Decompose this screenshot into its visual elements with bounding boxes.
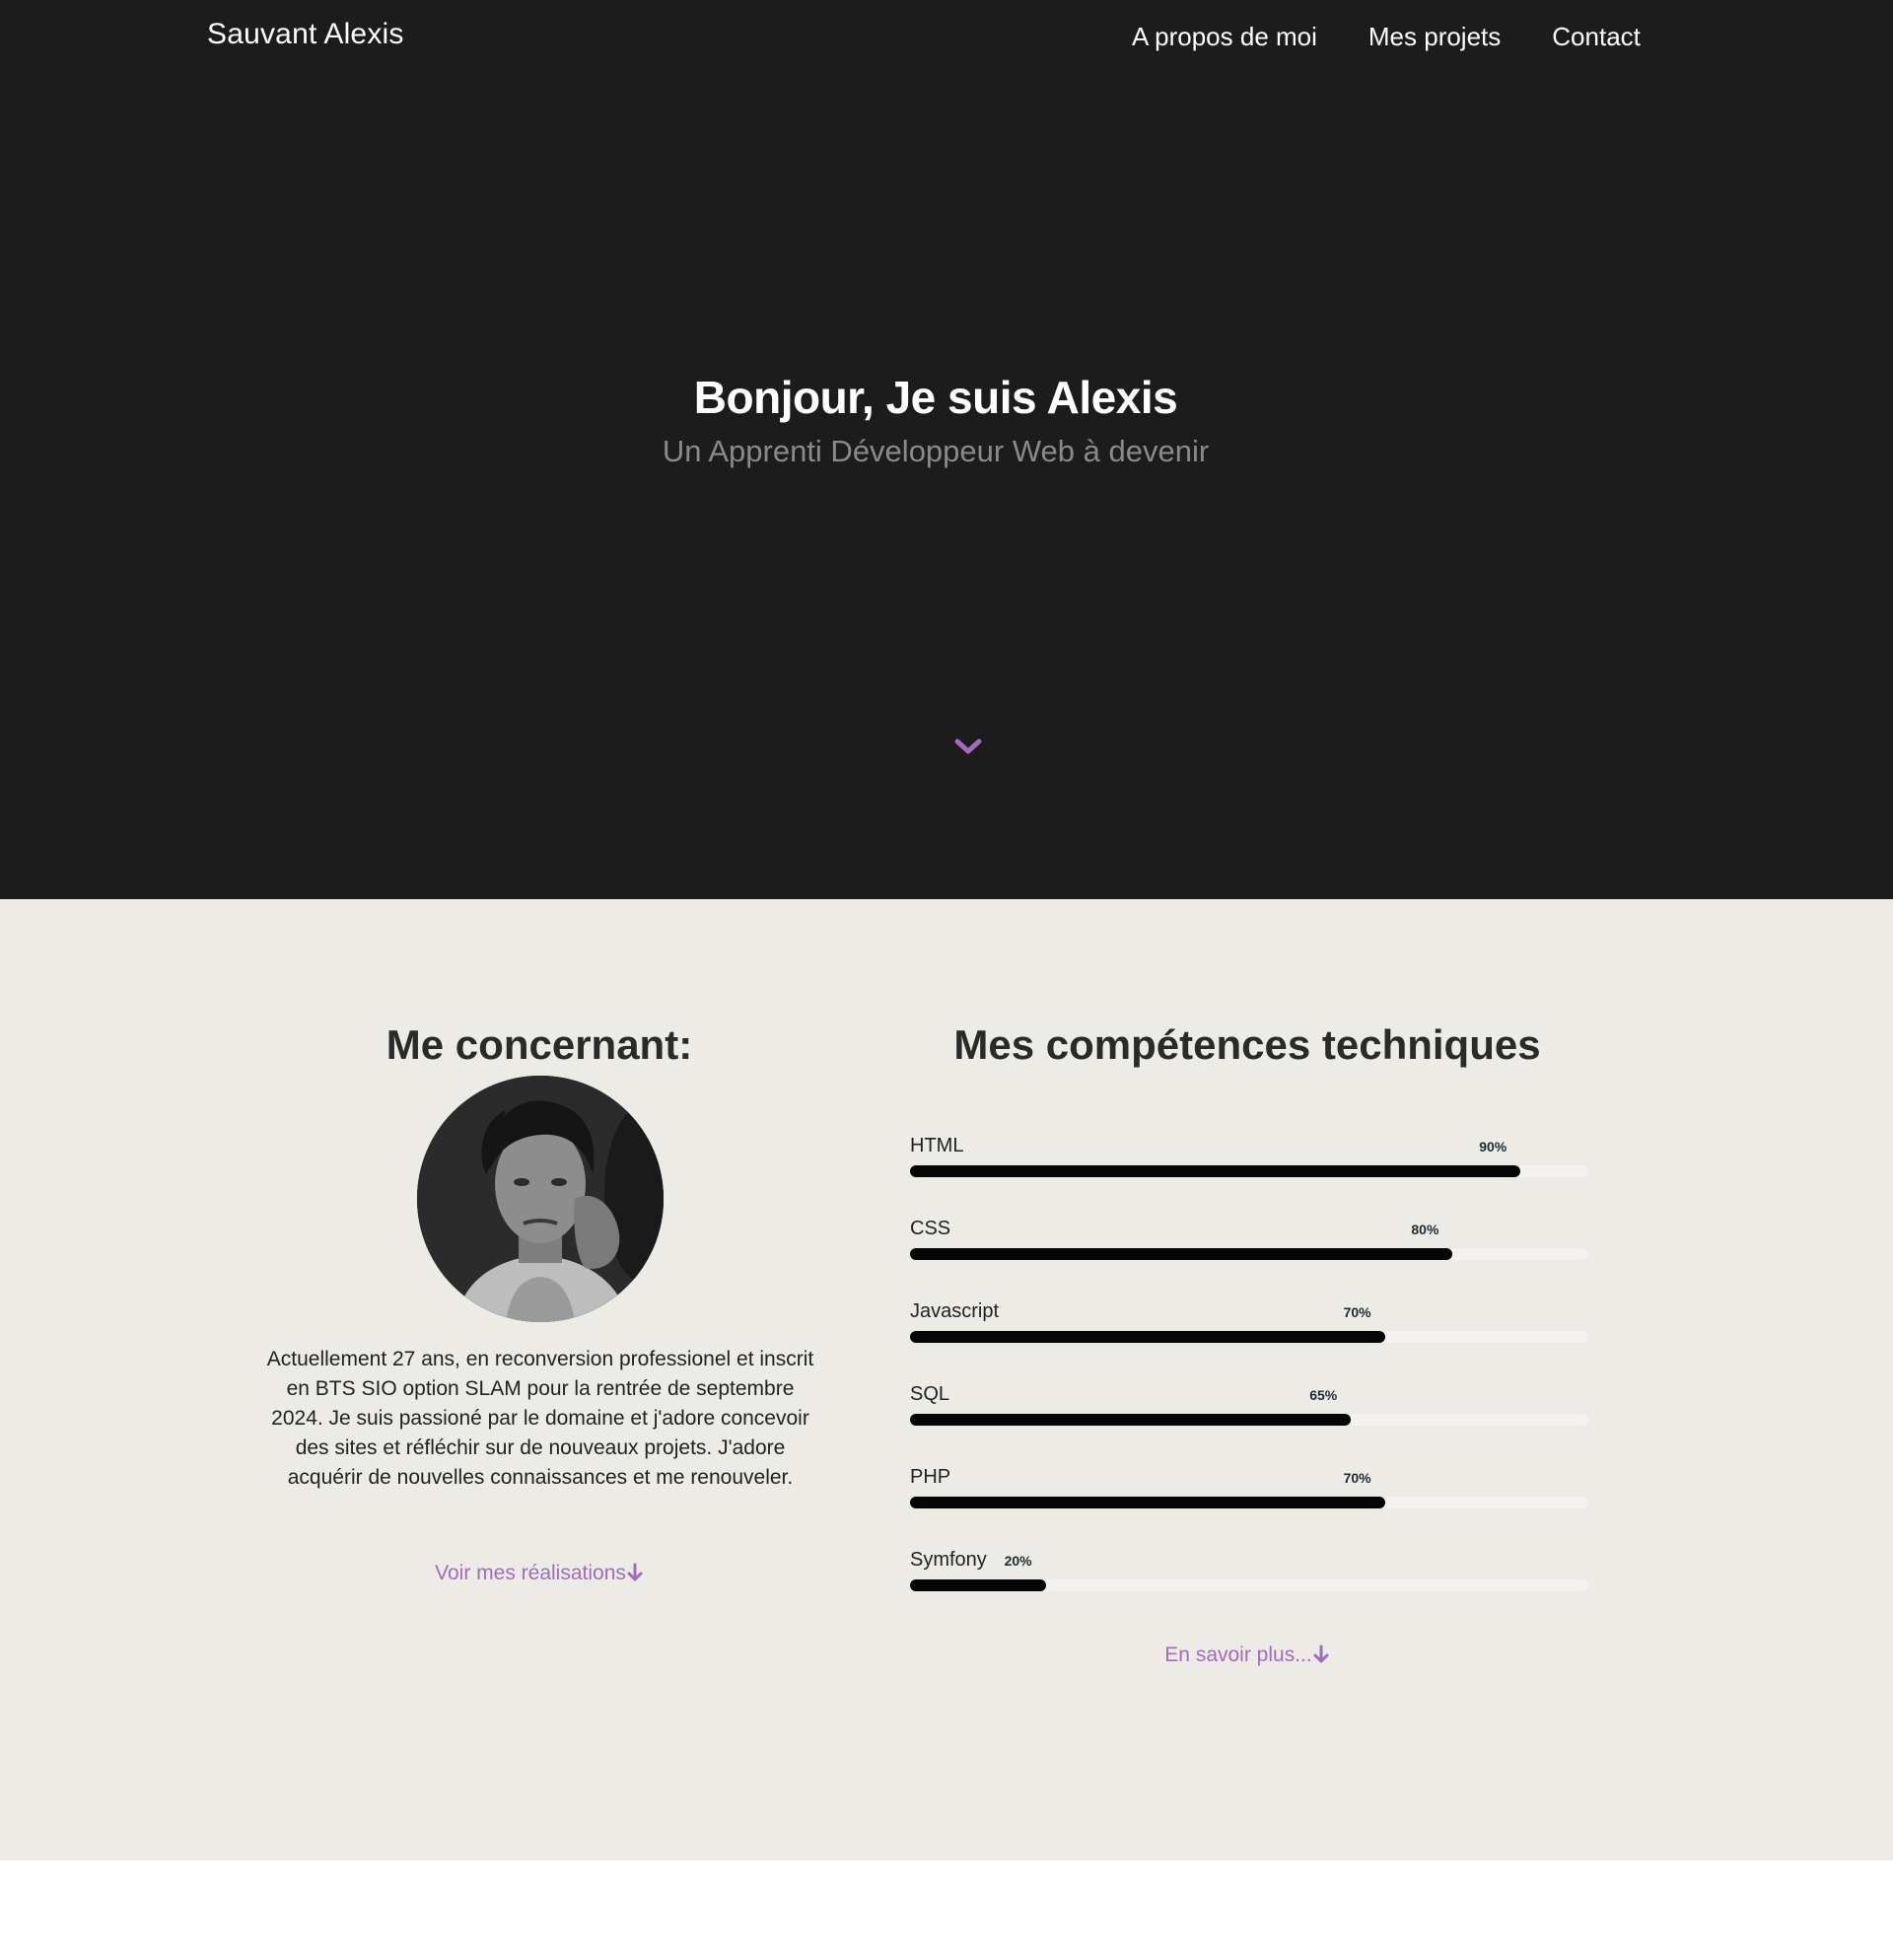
skill-percent: 20% [1004, 1553, 1032, 1569]
skills-list: HTML 90% CSS 80% Javascript 70% SQL 65% PHP 70% Sy… [910, 1135, 1588, 1636]
skill-name: Javascript [910, 1300, 1000, 1322]
skill-progress-track [910, 1331, 1588, 1343]
skill-progress-track [910, 1248, 1588, 1260]
skill-progress-fill [910, 1331, 1385, 1343]
hero-subtitle: Un Apprenti Développeur Web à devenir [662, 434, 1210, 468]
skill-progress-fill [910, 1248, 1453, 1260]
about-section: Me concernant: Actuellement 27 ans, en r… [0, 899, 1893, 1860]
skill-percent: 90% [1479, 1139, 1507, 1155]
skill-name: HTML [910, 1135, 964, 1156]
skill-row: HTML 90% [910, 1135, 1588, 1222]
skill-name: Symfony [910, 1549, 987, 1571]
skill-progress-track [910, 1414, 1588, 1426]
avatar [417, 1076, 664, 1322]
brand-logo[interactable]: Sauvant Alexis [207, 18, 404, 51]
learn-more-link[interactable]: En savoir plus... [902, 1644, 1592, 1670]
main-nav: A propos de moi Mes projets Contact [1132, 22, 1641, 52]
about-title: Me concernant: [386, 1021, 693, 1068]
skill-percent: 65% [1309, 1387, 1338, 1403]
skill-progress-fill [910, 1579, 1046, 1591]
see-projects-link[interactable]: Voir mes réalisations [244, 1562, 835, 1588]
skill-name: PHP [910, 1466, 951, 1488]
skill-row: Javascript 70% [910, 1300, 1588, 1387]
nav-link-contact[interactable]: Contact [1552, 22, 1641, 52]
skill-percent: 80% [1411, 1222, 1439, 1237]
skill-name: CSS [910, 1218, 951, 1239]
nav-link-projects[interactable]: Mes projets [1368, 22, 1501, 52]
skill-row: Symfony 20% [910, 1549, 1588, 1636]
skill-progress-track [910, 1497, 1588, 1508]
hero-title: Bonjour, Je suis Alexis [693, 372, 1178, 423]
chevron-down-icon[interactable] [952, 735, 984, 759]
arrow-down-icon [1312, 1645, 1330, 1670]
skill-row: PHP 70% [910, 1466, 1588, 1553]
skill-percent: 70% [1343, 1470, 1371, 1486]
skill-name: SQL [910, 1383, 950, 1405]
skill-percent: 70% [1343, 1304, 1371, 1320]
skills-title: Mes compétences techniques [953, 1021, 1541, 1068]
about-description: Actuellement 27 ans, en reconversion pro… [266, 1348, 814, 1489]
arrow-down-icon [626, 1563, 644, 1588]
skill-progress-track [910, 1579, 1588, 1591]
skill-row: SQL 65% [910, 1383, 1588, 1470]
see-projects-label: Voir mes réalisations [435, 1562, 626, 1584]
skill-progress-fill [910, 1497, 1385, 1508]
nav-link-about[interactable]: A propos de moi [1132, 22, 1317, 52]
skill-progress-track [910, 1165, 1588, 1177]
learn-more-label: En savoir plus... [1164, 1644, 1312, 1666]
skill-row: CSS 80% [910, 1218, 1588, 1304]
skill-progress-fill [910, 1165, 1521, 1177]
hero-section: Sauvant Alexis A propos de moi Mes proje… [0, 0, 1893, 899]
skill-progress-fill [910, 1414, 1352, 1426]
